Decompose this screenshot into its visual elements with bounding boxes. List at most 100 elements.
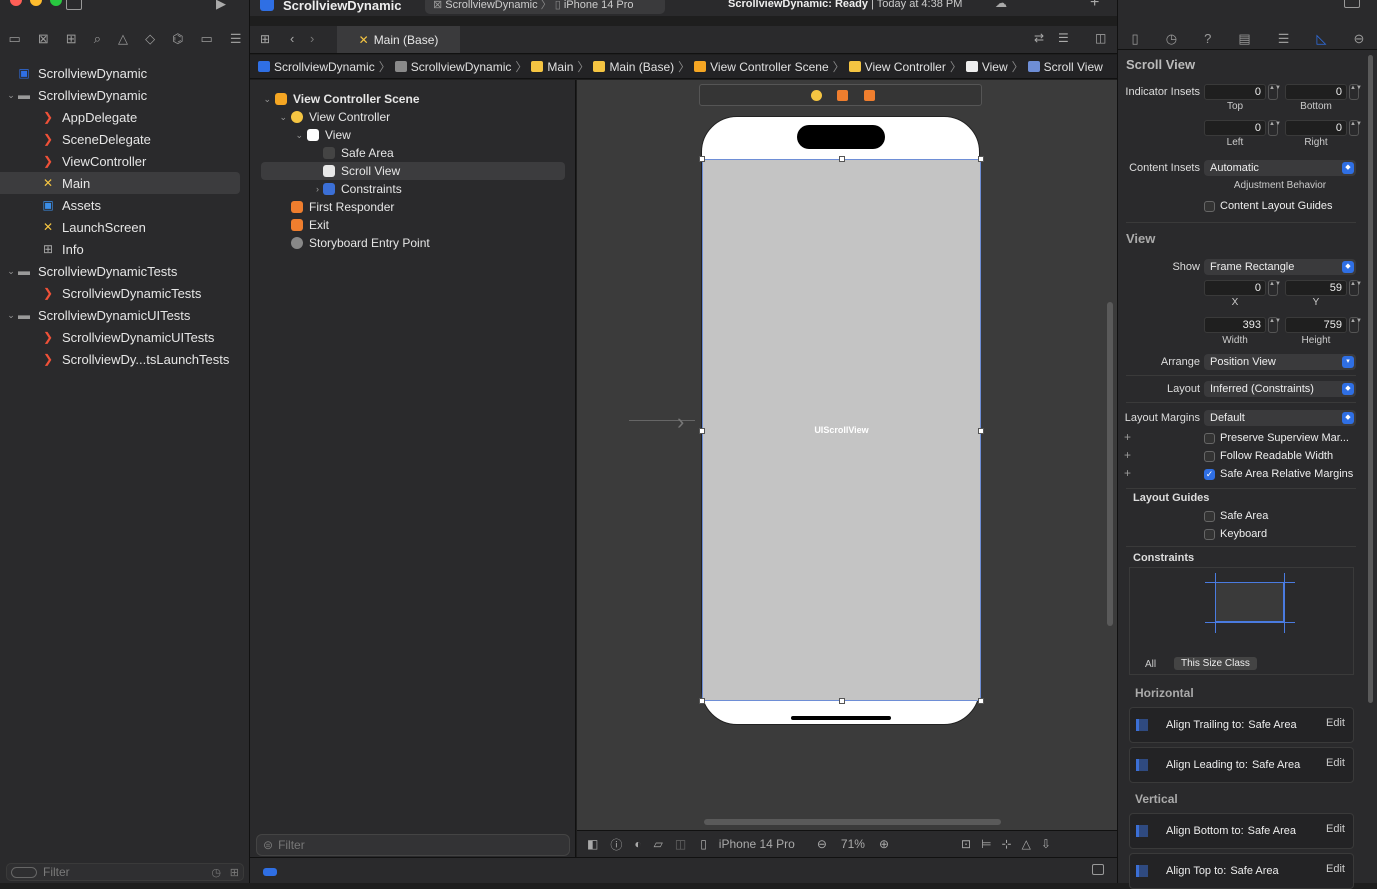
folder-navigator-icon[interactable]: ▭ <box>9 31 21 47</box>
align-icon[interactable]: ⊨ <box>981 837 991 851</box>
test-navigator-icon[interactable]: ◇ <box>145 31 155 47</box>
outline-item[interactable]: ⌄ View Controller <box>261 108 565 126</box>
resize-handle[interactable] <box>699 156 705 162</box>
edit-constraint-button[interactable]: Edit <box>1326 863 1345 875</box>
safe-area-checkbox[interactable]: Safe Area <box>1204 509 1268 523</box>
debug-navigator-icon[interactable]: ⌬ <box>172 31 183 47</box>
exit-icon[interactable] <box>864 90 875 101</box>
arrange-popup[interactable]: Position View ▾ <box>1204 354 1356 370</box>
breadcrumb-item[interactable]: ScrollviewDynamic <box>394 60 511 74</box>
preserve-superview-margins-checkbox[interactable]: Preserve Superview Mar... <box>1204 431 1349 445</box>
file-tree-item[interactable]: ❯ ViewController <box>0 150 250 172</box>
find-navigator-icon[interactable]: ⌕ <box>94 31 101 47</box>
close-window-button[interactable] <box>10 0 22 6</box>
follow-readable-width-checkbox[interactable]: Follow Readable Width <box>1204 449 1333 463</box>
resize-handle[interactable] <box>978 698 984 704</box>
height-stepper[interactable]: ▲▼ <box>1349 317 1362 333</box>
device-icon[interactable]: ▯ <box>700 837 707 851</box>
edit-constraint-button[interactable]: Edit <box>1326 823 1345 835</box>
y-stepper[interactable]: ▲▼ <box>1349 280 1362 296</box>
run-button[interactable]: ▶ <box>216 0 226 12</box>
device-label[interactable]: iPhone 14 Pro <box>719 837 795 851</box>
zoom-level[interactable]: 71% <box>841 837 865 851</box>
layout-popup[interactable]: Inferred (Constraints) ◆ <box>1204 381 1356 397</box>
segment-all[interactable]: All <box>1145 659 1156 670</box>
file-tree-item[interactable]: ▣ ScrollviewDynamic <box>0 62 250 84</box>
embed-icon[interactable]: ⇩ <box>1041 837 1051 851</box>
back-icon[interactable]: ‹ <box>290 31 294 46</box>
breadcrumb-item[interactable]: Scroll View <box>1027 60 1103 74</box>
constraint-item[interactable]: Align Trailing to: Safe Area Edit <box>1129 707 1354 743</box>
debug-area-icon[interactable] <box>263 868 277 876</box>
top-stepper[interactable]: ▲▼ <box>1268 84 1281 100</box>
sidebar-toggle-icon[interactable] <box>66 0 82 10</box>
add-variation-icon[interactable]: + <box>1124 430 1131 444</box>
connections-inspector-icon[interactable]: ⊖ <box>1353 31 1364 47</box>
file-tree-item[interactable]: ⌄ ▬ ScrollviewDynamicUITests <box>0 304 250 326</box>
resize-handle[interactable] <box>839 156 845 162</box>
file-inspector-icon[interactable]: ▯ <box>1132 31 1139 47</box>
left-inset-field[interactable]: 0 <box>1204 120 1266 136</box>
file-tree-item[interactable]: ❯ ScrollviewDy...tsLaunchTests <box>0 348 250 370</box>
safe-area-relative-margins-checkbox[interactable]: ✓ Safe Area Relative Margins <box>1204 467 1353 481</box>
toggle-debug-icon[interactable] <box>1092 864 1104 875</box>
y-field[interactable]: 59 <box>1285 280 1347 296</box>
outline-item[interactable]: First Responder <box>261 198 565 216</box>
appearance-icon[interactable]: ◐ <box>634 837 641 851</box>
outline-item[interactable]: Safe Area <box>261 144 565 162</box>
top-inset-field[interactable]: 0 <box>1204 84 1266 100</box>
orientation-icon[interactable]: ▱ <box>654 837 663 851</box>
constraint-item[interactable]: Align Bottom to: Safe Area Edit <box>1129 813 1354 849</box>
right-stepper[interactable]: ▲▼ <box>1349 120 1362 136</box>
file-tree-item[interactable]: ⌄ ▬ ScrollviewDynamicTests <box>0 260 250 282</box>
disclosure-icon[interactable]: ⌄ <box>6 310 16 321</box>
left-stepper[interactable]: ▲▼ <box>1268 120 1281 136</box>
add-variation-icon[interactable]: + <box>1124 466 1131 480</box>
disclosure-icon[interactable]: ⌄ <box>6 266 16 277</box>
outline-item[interactable]: Exit <box>261 216 565 234</box>
symbol-navigator-icon[interactable]: ⊞ <box>66 31 77 47</box>
add-library-icon[interactable]: + <box>1090 0 1099 12</box>
breadcrumb-item[interactable]: View Controller <box>848 60 946 74</box>
breadcrumb-item[interactable]: ScrollviewDynamic <box>258 60 375 74</box>
identity-inspector-icon[interactable]: ▤ <box>1238 31 1250 47</box>
keyboard-checkbox[interactable]: Keyboard <box>1204 527 1267 541</box>
file-tree-item[interactable]: ❯ SceneDelegate <box>0 128 250 150</box>
file-tree-item[interactable]: ❯ ScrollviewDynamicUITests <box>0 326 250 348</box>
x-stepper[interactable]: ▲▼ <box>1268 280 1281 296</box>
content-insets-popup[interactable]: Automatic ◆ <box>1204 160 1356 176</box>
layout-margins-popup[interactable]: Default ◆ <box>1204 410 1356 426</box>
breadcrumb-item[interactable]: View Controller Scene <box>694 60 829 74</box>
inspector-scrollbar[interactable] <box>1368 55 1373 703</box>
segment-this-size-class[interactable]: This Size Class <box>1174 657 1257 670</box>
outline-toggle-icon[interactable]: ◧ <box>587 837 598 851</box>
storyboard-canvas[interactable]: › UIScrollView <box>577 80 1117 857</box>
right-inset-field[interactable]: 0 <box>1285 120 1347 136</box>
history-inspector-icon[interactable]: ◷ <box>1166 31 1177 47</box>
content-layout-guides-checkbox[interactable]: Content Layout Guides <box>1204 199 1333 213</box>
scheme-selector[interactable]: ⊠ ScrollviewDynamic 〉 ▯ iPhone 14 Pro <box>425 0 665 14</box>
scroll-view[interactable]: UIScrollView <box>699 156 984 704</box>
zoom-out-icon[interactable]: ⊖ <box>817 837 827 851</box>
help-inspector-icon[interactable]: ? <box>1204 31 1211 46</box>
outline-item[interactable]: Scroll View <box>261 162 565 180</box>
outline-item[interactable]: ⌄ View <box>261 126 565 144</box>
file-tree-item[interactable]: ✕ LaunchScreen <box>0 216 250 238</box>
constraint-item[interactable]: Align Top to: Safe Area Edit <box>1129 853 1354 889</box>
resize-handle[interactable] <box>978 428 984 434</box>
constraint-item[interactable]: Align Leading to: Safe Area Edit <box>1129 747 1354 783</box>
outline-item[interactable]: › Constraints <box>261 180 565 198</box>
inspector-toggle-icon[interactable] <box>1344 0 1360 8</box>
resize-handle[interactable] <box>699 428 705 434</box>
attributes-inspector-icon[interactable]: ☰ <box>1278 31 1290 47</box>
disclosure-icon[interactable]: ⌄ <box>6 90 16 101</box>
add-variation-icon[interactable]: + <box>1124 448 1131 462</box>
breakpoint-navigator-icon[interactable]: ▭ <box>200 31 212 47</box>
disclosure-icon[interactable]: › <box>261 184 323 194</box>
pin-icon[interactable]: ⊹ <box>1002 837 1012 851</box>
height-field[interactable]: 759 <box>1285 317 1347 333</box>
editor-options-icon[interactable]: ☰ <box>1058 31 1069 45</box>
file-tree-item[interactable]: ▣ Assets <box>0 194 250 216</box>
outline-item[interactable]: Storyboard Entry Point <box>261 234 565 252</box>
resize-handle[interactable] <box>978 156 984 162</box>
